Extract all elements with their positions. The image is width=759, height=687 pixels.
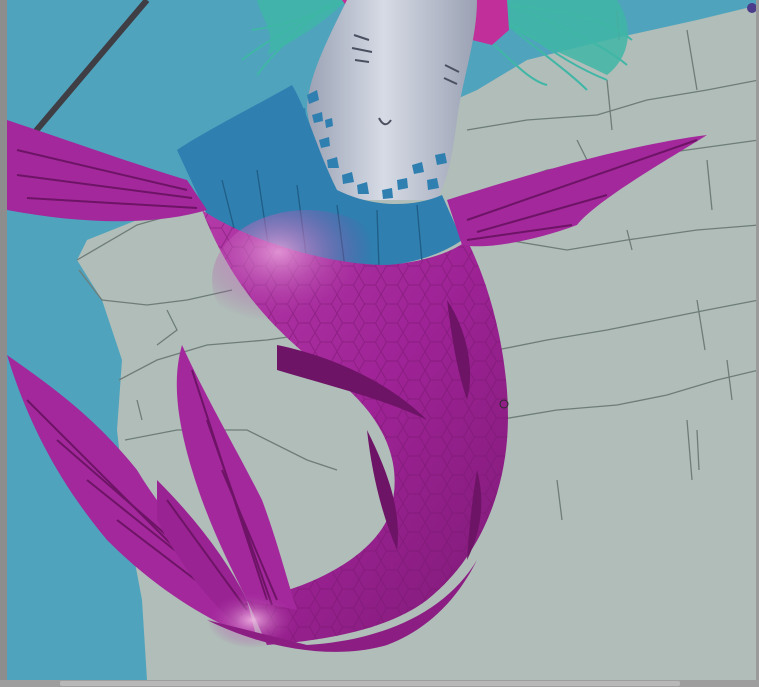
artwork-svg <box>7 0 759 680</box>
left-panel-edge <box>0 0 7 680</box>
drawing-canvas[interactable] <box>7 0 759 680</box>
tail-highlight <box>212 210 402 350</box>
horizontal-scrollbar[interactable] <box>0 680 759 687</box>
horizontal-scrollbar-thumb[interactable] <box>60 681 680 686</box>
drawing-app-window <box>0 0 759 687</box>
